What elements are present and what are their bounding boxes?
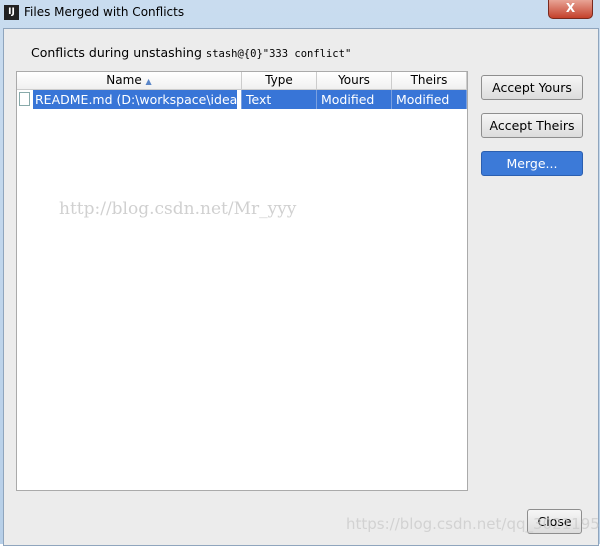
- cell-yours: Modified: [317, 90, 392, 109]
- column-header-type[interactable]: Type: [242, 72, 317, 89]
- window-title: Files Merged with Conflicts: [24, 5, 185, 19]
- close-button[interactable]: Close: [527, 509, 582, 534]
- sort-ascending-icon: ▲: [145, 77, 152, 86]
- dialog-window: IJ Files Merged with Conflicts X Conflic…: [0, 0, 600, 546]
- message-text: Conflicts during unstashing: [31, 45, 206, 60]
- file-icon: [19, 92, 30, 106]
- merge-button[interactable]: Merge...: [481, 151, 583, 176]
- column-header-yours[interactable]: Yours: [317, 72, 392, 89]
- cell-type: Text: [242, 90, 317, 109]
- table-row[interactable]: README.md (D:\workspace\idea\e Text Modi…: [17, 90, 467, 109]
- column-header-theirs[interactable]: Theirs: [392, 72, 467, 89]
- dialog-content: Conflicts during unstashing stash@{0}"33…: [3, 28, 600, 546]
- title-bar: IJ Files Merged with Conflicts X: [0, 0, 600, 26]
- cell-name: README.md (D:\workspace\idea\e: [17, 90, 242, 109]
- accept-theirs-button[interactable]: Accept Theirs: [481, 113, 583, 138]
- conflicts-table[interactable]: Name ▲ Type Yours Theirs README.md (D:\w…: [16, 71, 468, 491]
- window-close-button[interactable]: X: [548, 0, 593, 19]
- table-header: Name ▲ Type Yours Theirs: [17, 72, 467, 90]
- stash-name: stash@{0}"333 conflict": [205, 48, 352, 60]
- accept-yours-button[interactable]: Accept Yours: [481, 75, 583, 100]
- cell-theirs: Modified: [392, 90, 467, 109]
- column-header-name[interactable]: Name ▲: [17, 72, 242, 89]
- intellij-logo-icon: IJ: [4, 5, 19, 20]
- conflict-message: Conflicts during unstashing stash@{0}"33…: [31, 45, 351, 60]
